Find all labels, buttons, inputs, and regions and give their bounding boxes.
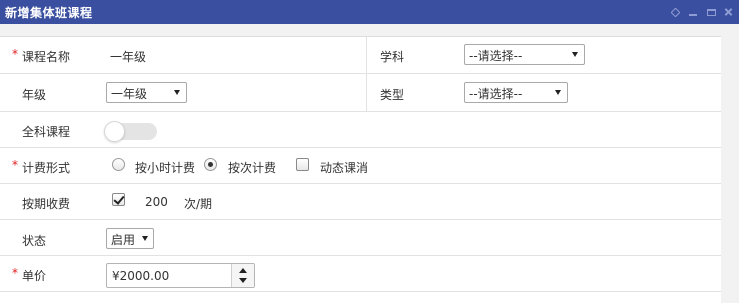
window-title: 新增集体班课程 [5, 6, 93, 20]
radio-hourly[interactable] [112, 158, 125, 171]
form-row-status: 状态 启用 [0, 220, 721, 256]
form-row-period-fee: 按期收费 200 次/期 [0, 184, 721, 220]
dynamic-consumption-checkbox[interactable] [296, 158, 309, 171]
chevron-down-icon [174, 90, 180, 95]
type-select[interactable]: --请选择-- [464, 82, 568, 103]
unit-price-stepper[interactable]: ¥2000.00 [106, 263, 255, 288]
period-fee-unit: 次/期 [184, 197, 213, 211]
subject-label: 学科 [380, 50, 405, 64]
grade-label: 年级 [22, 88, 47, 102]
toggle-knob [104, 121, 125, 142]
form-row-unit-price: * 单价 ¥2000.00 [0, 256, 721, 292]
pin-icon[interactable] [668, 5, 682, 19]
decrement-arrow-icon[interactable] [239, 278, 247, 283]
chevron-down-icon [572, 52, 578, 57]
form-row-all-subjects: 全科课程 [0, 112, 721, 148]
course-form: * 课程名称 一年级 学科 --请选择-- 年级 一年级 类型 --请选择-- … [0, 36, 721, 303]
period-fee-label: 按期收费 [22, 197, 71, 211]
status-select-value: 启用 [111, 233, 136, 247]
chevron-down-icon [142, 236, 148, 241]
grade-select[interactable]: 一年级 [106, 82, 187, 103]
subject-select[interactable]: --请选择-- [464, 44, 585, 65]
required-mark: * [12, 266, 18, 280]
window-titlebar: 新增集体班课程 [0, 0, 739, 24]
stepper-buttons [231, 264, 254, 287]
required-mark: * [12, 158, 18, 172]
all-subjects-label: 全科课程 [22, 125, 71, 139]
type-label: 类型 [380, 88, 405, 102]
required-mark: * [12, 47, 18, 61]
form-row-grade: 年级 一年级 类型 --请选择-- [0, 74, 721, 112]
form-row-course-name: * 课程名称 一年级 学科 --请选择-- [0, 37, 721, 74]
column-divider [366, 74, 367, 111]
unit-price-label: 单价 [22, 269, 47, 283]
all-subjects-toggle[interactable] [104, 121, 157, 142]
vertical-scrollbar[interactable] [729, 30, 739, 303]
minimize-icon[interactable] [686, 5, 700, 19]
radio-hourly-label: 按小时计费 [135, 161, 196, 175]
course-name-value: 一年级 [110, 50, 147, 64]
status-select[interactable]: 启用 [106, 228, 154, 249]
radio-per-session[interactable] [204, 158, 217, 171]
increment-arrow-icon[interactable] [239, 268, 247, 273]
chevron-down-icon [555, 90, 561, 95]
close-icon[interactable] [721, 5, 735, 19]
radio-per-session-label: 按次计费 [228, 161, 277, 175]
restore-icon[interactable] [704, 5, 718, 19]
subject-select-value: --请选择-- [469, 49, 523, 63]
grade-select-value: 一年级 [111, 87, 148, 101]
type-select-value: --请选择-- [469, 87, 523, 101]
form-row-billing: * 计费形式 按小时计费 按次计费 动态课消 [0, 148, 721, 184]
course-name-label: 课程名称 [22, 50, 71, 64]
dynamic-consumption-label: 动态课消 [320, 161, 369, 175]
unit-price-value: ¥2000.00 [112, 269, 170, 283]
period-fee-value[interactable]: 200 [145, 195, 168, 209]
column-divider [366, 37, 367, 73]
period-fee-checkbox[interactable] [112, 193, 125, 206]
billing-label: 计费形式 [22, 161, 71, 175]
status-label: 状态 [22, 234, 47, 248]
